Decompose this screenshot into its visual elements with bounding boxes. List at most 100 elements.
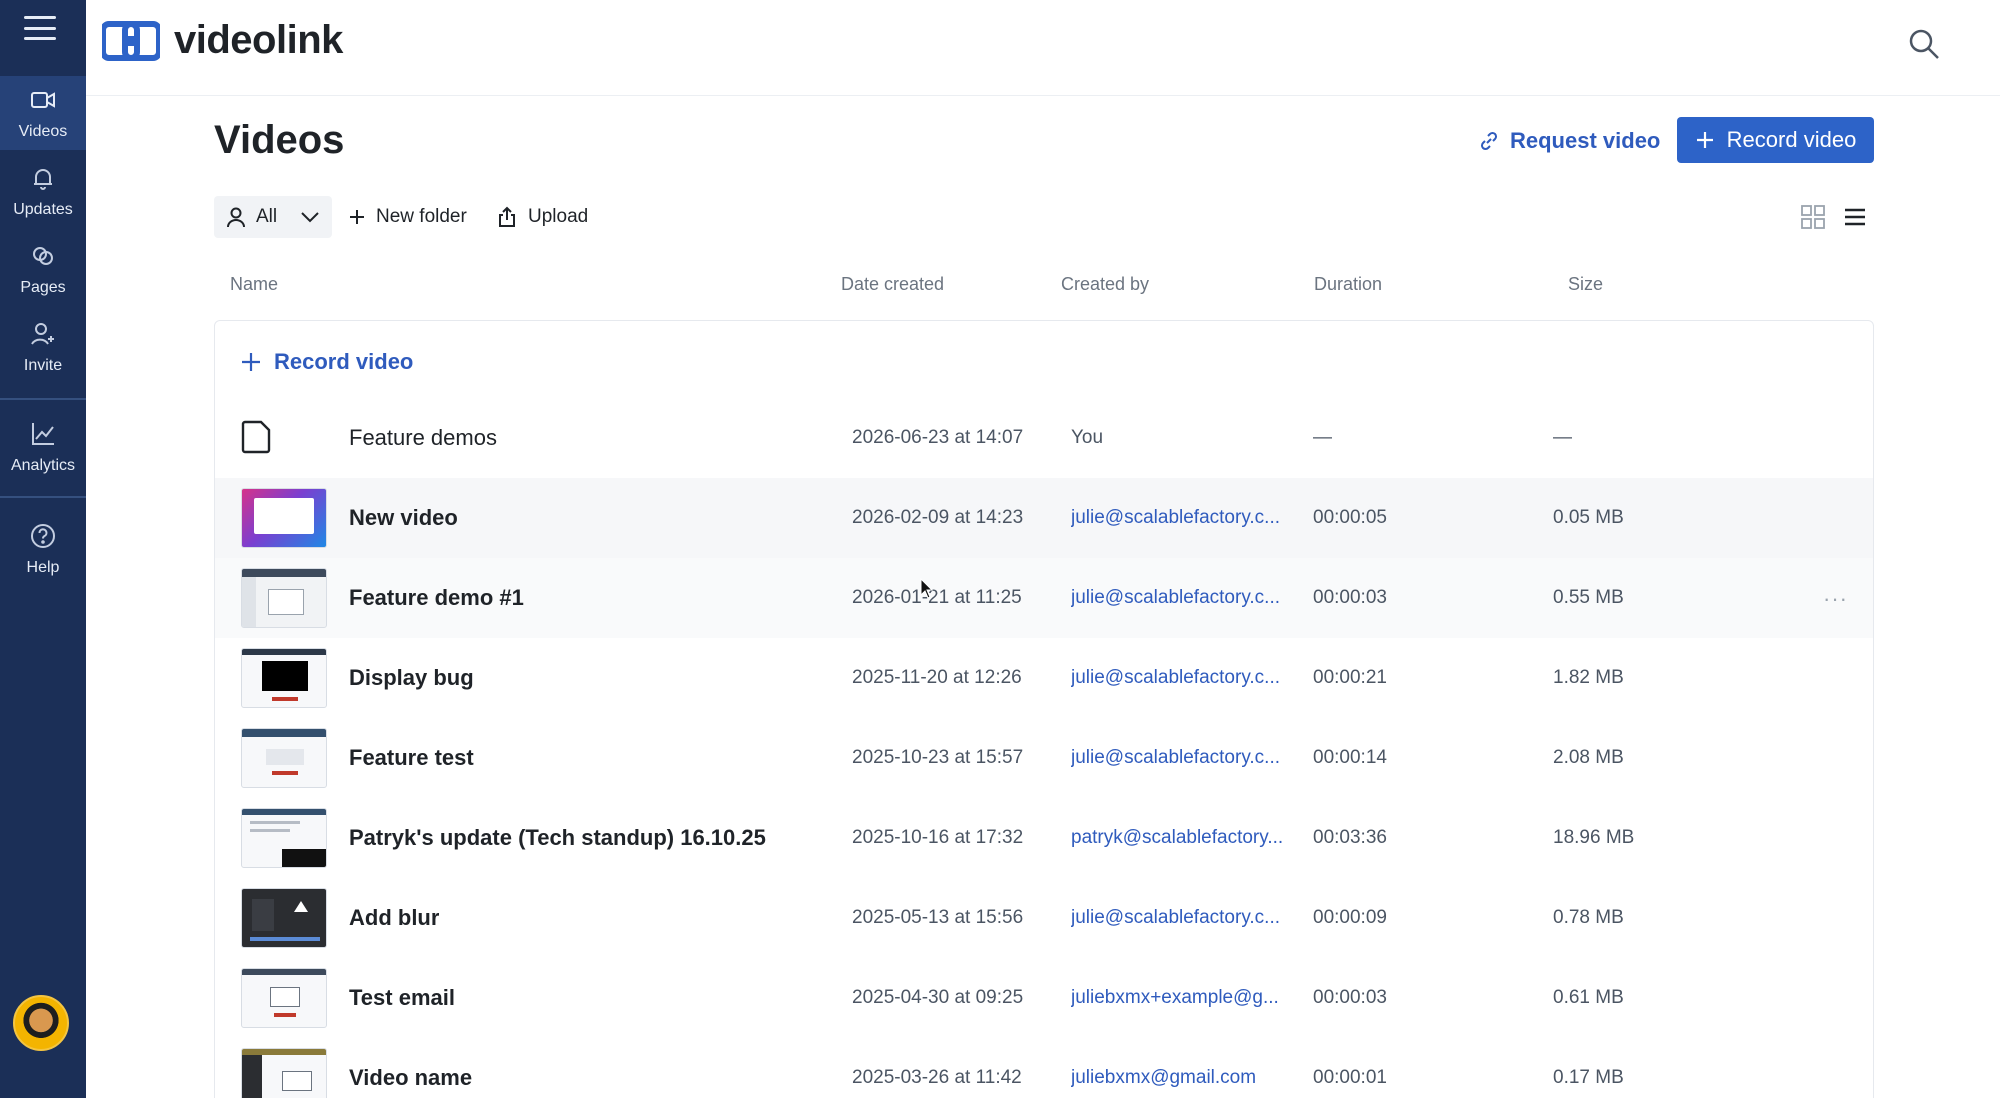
- video-thumbnail: [241, 728, 327, 788]
- row-created-by[interactable]: julie@scalablefactory.c...: [1071, 638, 1285, 718]
- row-created-by[interactable]: julie@scalablefactory.c...: [1071, 558, 1285, 638]
- row-duration: 00:00:09: [1313, 907, 1387, 928]
- sidebar-item-updates[interactable]: Updates: [0, 154, 86, 228]
- row-name: Feature test: [349, 745, 474, 770]
- sidebar-item-pages[interactable]: Pages: [0, 232, 86, 306]
- row-duration: 00:00:03: [1313, 587, 1387, 608]
- row-size: 0.05 MB: [1553, 507, 1624, 528]
- row-size: 2.08 MB: [1553, 747, 1624, 768]
- page-title: Videos: [214, 118, 345, 162]
- record-video-button[interactable]: Record video: [1677, 117, 1874, 163]
- video-thumbnail: [241, 488, 327, 548]
- row-more-options-button[interactable]: ···: [1823, 586, 1848, 612]
- row-created-by[interactable]: julie@scalablefactory.c...: [1071, 718, 1285, 798]
- plus-icon: [242, 353, 260, 371]
- row-duration: 00:00:01: [1313, 1067, 1387, 1088]
- sidebar: Videos Updates Pages Invite Analytics He…: [0, 0, 86, 1098]
- row-date: 2026-02-09 at 14:23: [852, 507, 1024, 528]
- videolink-logo-icon: [102, 20, 160, 61]
- table-row[interactable]: New video 2026-02-09 at 14:23 julie@scal…: [215, 478, 1873, 558]
- video-thumbnail: [241, 888, 327, 948]
- sidebar-divider: [0, 496, 86, 498]
- video-thumbnail: [241, 568, 327, 628]
- sidebar-item-videos[interactable]: Videos: [0, 76, 86, 150]
- plus-icon: [1696, 132, 1713, 148]
- owner-filter-value: All: [256, 206, 278, 227]
- sidebar-item-label: Analytics: [10, 457, 76, 474]
- table-row[interactable]: Patryk's update (Tech standup) 16.10.25 …: [215, 798, 1873, 878]
- mouse-pointer-icon: [920, 578, 934, 599]
- table-row[interactable]: Display bug 2025-11-20 at 12:26 julie@sc…: [215, 638, 1873, 718]
- analytics-chart-icon: [32, 423, 54, 445]
- bell-icon: [34, 169, 52, 190]
- row-size: 1.82 MB: [1553, 667, 1624, 688]
- column-header-created-by[interactable]: Created by: [1061, 274, 1149, 295]
- list-view-icon[interactable]: [1842, 204, 1868, 230]
- column-header-duration[interactable]: Duration: [1314, 274, 1382, 295]
- video-thumbnail: [241, 808, 327, 868]
- row-created-by[interactable]: julie@scalablefactory.c...: [1071, 878, 1285, 958]
- sidebar-item-label: Videos: [18, 123, 68, 140]
- row-date: 2025-05-13 at 15:56: [852, 907, 1024, 928]
- grid-view-icon[interactable]: [1800, 204, 1826, 230]
- row-duration: 00:00:05: [1313, 507, 1387, 528]
- column-header-size[interactable]: Size: [1568, 274, 1603, 295]
- plus-icon: [350, 210, 364, 224]
- row-name: Feature demo #1: [349, 585, 524, 610]
- row-name: New video: [349, 505, 458, 530]
- sidebar-divider: [0, 398, 86, 400]
- upload-button[interactable]: Upload: [496, 196, 588, 238]
- table-row[interactable]: Video name 2025-03-26 at 11:42 juliebxmx…: [215, 1038, 1873, 1098]
- row-size: 0.78 MB: [1553, 907, 1624, 928]
- new-folder-button[interactable]: New folder: [348, 196, 467, 238]
- upload-icon: [499, 206, 515, 227]
- column-header-date[interactable]: Date created: [841, 274, 944, 295]
- record-video-label: Record video: [1726, 127, 1857, 152]
- row-created-by[interactable]: patryk@scalablefactory...: [1071, 798, 1285, 878]
- new-folder-label: New folder: [376, 206, 467, 227]
- video-camera-icon: [31, 92, 55, 108]
- table-row[interactable]: Add blur 2025-05-13 at 15:56 julie@scala…: [215, 878, 1873, 958]
- row-date: 2026-06-23 at 14:07: [852, 427, 1024, 448]
- avatar[interactable]: [13, 995, 69, 1051]
- row-size: —: [1553, 427, 1572, 448]
- video-thumbnail: [241, 648, 327, 708]
- pages-icon: [33, 247, 53, 265]
- menu-icon[interactable]: [24, 16, 56, 40]
- folder-icon: [241, 420, 271, 454]
- video-thumbnail: [241, 1048, 327, 1098]
- row-created-by[interactable]: juliebxmx+example@g...: [1071, 958, 1285, 1038]
- row-size: 18.96 MB: [1553, 827, 1635, 848]
- sidebar-item-analytics[interactable]: Analytics: [0, 410, 86, 484]
- row-created-by[interactable]: juliebxmx@gmail.com: [1071, 1038, 1285, 1098]
- table-row[interactable]: Feature test 2025-10-23 at 15:57 julie@s…: [215, 718, 1873, 798]
- logo-text: videolink: [174, 18, 343, 62]
- row-created-by: You: [1071, 427, 1104, 448]
- table-row[interactable]: Feature demo #1 2026-01-21 at 11:25 juli…: [215, 558, 1873, 638]
- table-row-folder[interactable]: Feature demos 2026-06-23 at 14:07 You — …: [215, 398, 1873, 478]
- sidebar-item-label: Pages: [20, 279, 66, 296]
- request-video-button[interactable]: Request video: [1478, 118, 1660, 164]
- row-date: 2025-10-23 at 15:57: [852, 747, 1024, 768]
- column-header-name[interactable]: Name: [230, 274, 278, 295]
- row-name: Patryk's update (Tech standup) 16.10.25: [349, 825, 766, 850]
- sidebar-item-help[interactable]: Help: [0, 512, 86, 586]
- row-duration: 00:00:03: [1313, 987, 1387, 1008]
- table-row[interactable]: Test email 2025-04-30 at 09:25 juliebxmx…: [215, 958, 1873, 1038]
- row-date: 2025-10-16 at 17:32: [852, 827, 1024, 848]
- search-icon[interactable]: [1906, 26, 1942, 62]
- upload-label: Upload: [528, 206, 589, 227]
- row-duration: 00:00:21: [1313, 667, 1387, 688]
- row-size: 0.17 MB: [1553, 1067, 1624, 1088]
- row-created-by[interactable]: julie@scalablefactory.c...: [1071, 478, 1285, 558]
- sidebar-item-invite[interactable]: Invite: [0, 310, 86, 384]
- row-size: 0.61 MB: [1553, 987, 1624, 1008]
- record-video-row-button[interactable]: Record video: [240, 344, 413, 380]
- owner-filter-select[interactable]: All: [214, 196, 332, 238]
- logo[interactable]: videolink: [102, 18, 343, 63]
- row-name: Feature demos: [349, 425, 497, 450]
- user-icon: [227, 207, 245, 228]
- request-video-label: Request video: [1510, 128, 1661, 153]
- row-date: 2025-04-30 at 09:25: [852, 987, 1024, 1008]
- help-circle-icon: [31, 524, 55, 548]
